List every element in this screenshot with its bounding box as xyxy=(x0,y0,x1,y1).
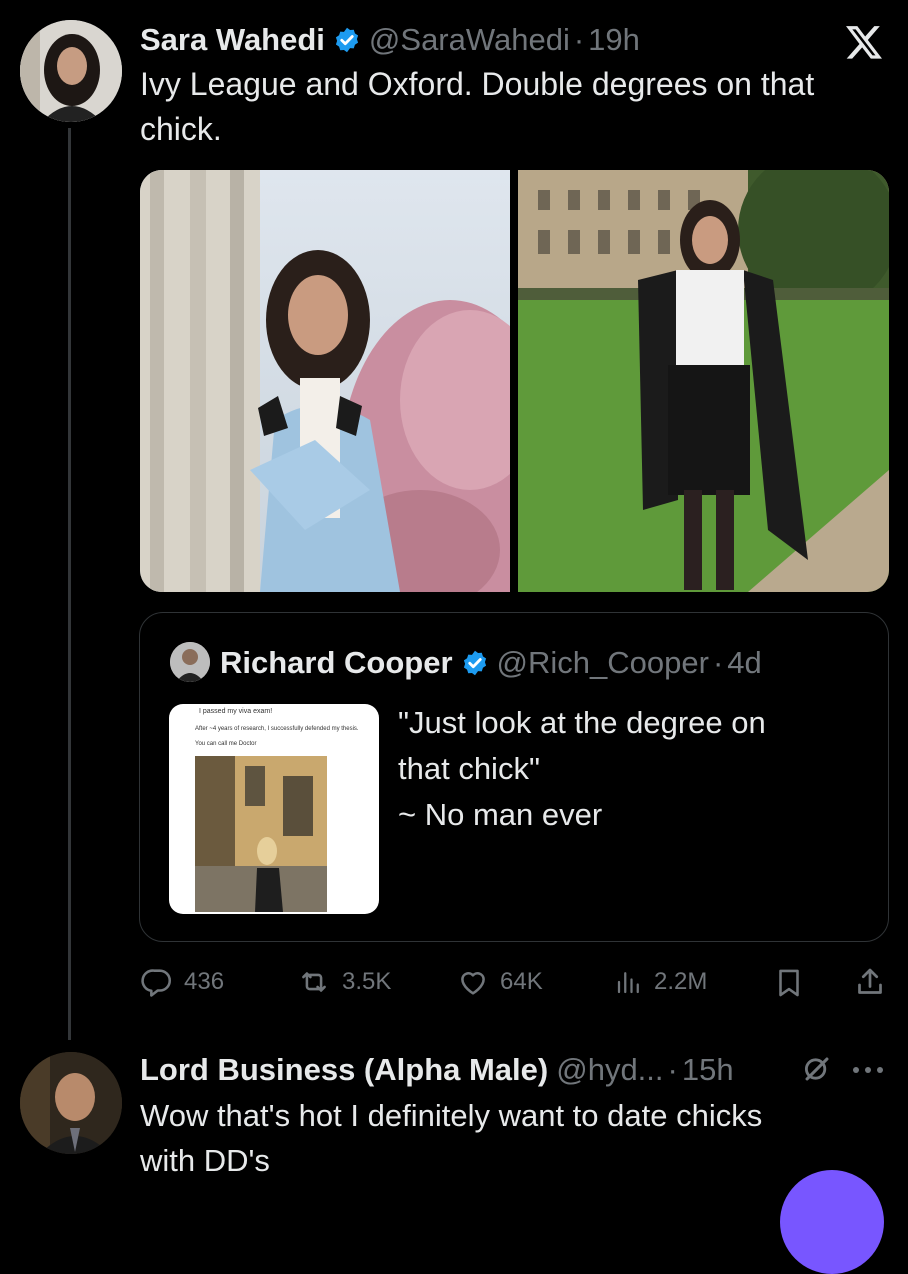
grok-icon[interactable] xyxy=(800,1052,834,1086)
repost-button[interactable]: 3.5K xyxy=(296,960,391,1004)
x-logo-icon[interactable] xyxy=(844,22,884,62)
tweet-time[interactable]: 19h xyxy=(588,22,640,58)
quote-text-line-1: "Just look at the degree on xyxy=(398,705,766,740)
quote-text: "Just look at the degree on that chick" … xyxy=(398,700,766,838)
reply-time[interactable]: 15h xyxy=(682,1052,734,1088)
reply-author-name[interactable]: Lord Business (Alpha Male) xyxy=(140,1052,548,1088)
repost-count: 3.5K xyxy=(342,968,392,995)
media-photo-graduation[interactable] xyxy=(140,170,510,592)
thumb-body: After ~4 years of research, I successful… xyxy=(195,726,359,732)
heart-icon xyxy=(461,972,485,995)
reply-icon xyxy=(141,969,172,997)
quote-header-separator: · xyxy=(712,645,724,680)
reply-header: Lord Business (Alpha Male) @hyd... · 15h xyxy=(140,1048,734,1092)
media-photo-oxford[interactable] xyxy=(518,170,889,592)
reply-text: Wow that's hot I definitely want to date… xyxy=(140,1093,762,1183)
author-handle[interactable]: @SaraWahedi xyxy=(369,22,570,58)
compose-fab-button[interactable] xyxy=(780,1170,884,1274)
author-name[interactable]: Sara Wahedi xyxy=(140,22,325,58)
thumb-headline: I passed my viva exam! xyxy=(199,708,273,715)
tweet-text: Ivy League and Oxford. Double degrees on… xyxy=(140,66,815,147)
tweet-header: Sara Wahedi @SaraWahedi · 19h xyxy=(140,18,640,62)
views-button[interactable]: 2.2M xyxy=(614,960,707,1004)
quote-author-handle[interactable]: @Rich_Cooper xyxy=(497,645,709,681)
thumb-photo xyxy=(195,756,327,912)
author-avatar[interactable] xyxy=(20,20,122,122)
quote-text-line-2: that chick" xyxy=(398,751,540,786)
bookmark-icon[interactable] xyxy=(772,966,806,1000)
reply-header-separator: · xyxy=(667,1052,678,1087)
header-separator: · xyxy=(573,22,585,57)
quote-header: Richard Cooper @Rich_Cooper · 4d xyxy=(220,641,762,685)
quote-media-thumbnail[interactable]: I passed my viva exam! After ~4 years of… xyxy=(169,704,379,914)
reply-text-line-1: Wow that's hot I definitely want to date… xyxy=(140,1098,763,1133)
quote-text-line-3: ~ No man ever xyxy=(398,797,603,832)
share-icon[interactable] xyxy=(852,964,888,1000)
reply-text-line-2: with DD's xyxy=(140,1143,270,1178)
like-button[interactable]: 64K xyxy=(456,960,543,1004)
quote-time[interactable]: 4d xyxy=(727,645,761,681)
repost-icon xyxy=(302,972,326,992)
views-count: 2.2M xyxy=(654,968,708,995)
thread-line xyxy=(68,128,71,1040)
verified-badge-icon xyxy=(335,27,359,53)
reply-button[interactable]: 436 xyxy=(140,960,224,1004)
quote-author-name[interactable]: Richard Cooper xyxy=(220,645,453,681)
more-options-icon[interactable] xyxy=(848,1060,888,1080)
analytics-icon xyxy=(617,972,639,994)
quote-author-avatar[interactable] xyxy=(170,642,210,682)
reply-author-handle[interactable]: @hyd... xyxy=(556,1052,663,1088)
thumb-body2: You can call me Doctor xyxy=(195,741,257,747)
like-count: 64K xyxy=(500,968,543,995)
reply-author-avatar[interactable] xyxy=(20,1052,122,1154)
reply-count: 436 xyxy=(184,968,225,995)
verified-badge-icon xyxy=(463,650,486,676)
